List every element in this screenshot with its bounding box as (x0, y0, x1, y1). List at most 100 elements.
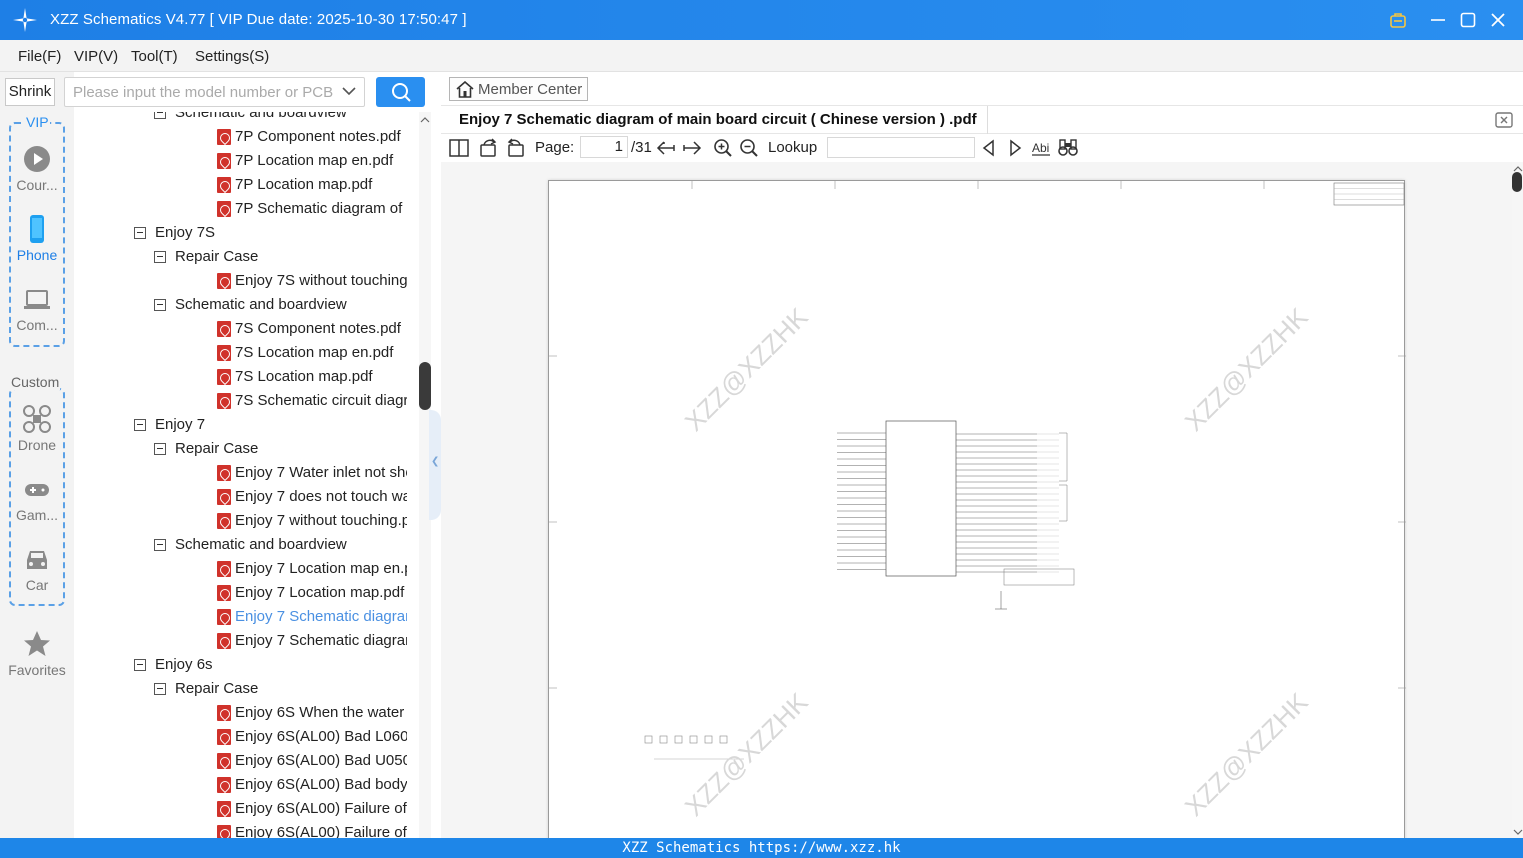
tree-file-item[interactable]: Enjoy 6S(AL00) Bad L0603 Invali (74, 725, 407, 749)
prev-page-icon[interactable] (656, 138, 676, 158)
tree-folder-item[interactable]: Enjoy 6s (74, 653, 407, 677)
match-case-icon[interactable]: Abi (1031, 138, 1051, 158)
rail-item-courses[interactable]: Cour... (0, 144, 74, 193)
tree-folder-item[interactable]: Schematic and boardview (74, 112, 407, 125)
collapse-toggle-icon[interactable] (154, 443, 166, 455)
binoculars-icon[interactable] (1058, 138, 1078, 158)
tree-folder-item[interactable]: Schematic and boardview (74, 533, 407, 557)
lookup-input[interactable] (827, 137, 975, 158)
tree-item-label: Enjoy 7S (155, 224, 216, 241)
tree-folder-item[interactable]: Enjoy 7 (74, 413, 407, 437)
viewer-scroll-thumb[interactable] (1512, 172, 1522, 192)
tree-folder-item[interactable]: Repair Case (74, 437, 407, 461)
tree-file-item[interactable]: Enjoy 6S(AL00) Failure of U0501 (74, 821, 407, 838)
collapse-toggle-icon[interactable] (154, 299, 166, 311)
tree-item-label: Repair Case (175, 440, 259, 457)
menu-tool[interactable]: Tool(T) (131, 48, 178, 65)
status-bar: XZZ Schematics https://www.xzz.hk (0, 838, 1523, 858)
collapse-toggle-icon[interactable] (154, 683, 166, 695)
tree-file-item[interactable]: Enjoy 6S When the water inlet s (74, 701, 407, 725)
vip-group-title: VIP (25, 114, 50, 130)
scroll-up-icon[interactable] (420, 116, 430, 124)
rail-item-drone[interactable]: Drone (0, 404, 74, 453)
tree-item-label: 7S Location map en.pdf (235, 344, 394, 361)
tree-file-item[interactable]: Enjoy 6S(AL00) Failure of EMI24 (74, 797, 407, 821)
collapse-toggle-icon[interactable] (134, 659, 146, 671)
tree-file-item[interactable]: Enjoy 7 without touching.pdf (74, 509, 407, 533)
find-next-icon[interactable] (1005, 138, 1025, 158)
collapse-toggle-icon[interactable] (154, 539, 166, 551)
rotate-left-icon[interactable] (479, 138, 499, 158)
pdf-file-icon (217, 513, 231, 529)
document-tab[interactable]: Enjoy 7 Schematic diagram of main board … (441, 106, 988, 134)
collapse-panel-tab[interactable]: ❮ (429, 410, 441, 520)
tree-file-item[interactable]: 7P Location map.pdf (74, 173, 407, 197)
tree-file-item[interactable]: Enjoy 6S(AL00) Bad body of EM (74, 773, 407, 797)
collapse-toggle-icon[interactable] (134, 419, 146, 431)
tree-file-item[interactable]: 7S Location map.pdf (74, 365, 407, 389)
tree-file-item[interactable]: 7S Location map en.pdf (74, 341, 407, 365)
tree-file-item[interactable]: Enjoy 7 Location map en.pdf (74, 557, 407, 581)
tree-folder-item[interactable]: Repair Case (74, 245, 407, 269)
rail-item-favorites[interactable]: Favorites (0, 629, 74, 678)
rail-item-label: Com... (16, 317, 58, 333)
tree-file-item[interactable]: 7P Schematic diagram of main (74, 197, 407, 221)
find-prev-icon[interactable] (979, 138, 999, 158)
minimize-icon[interactable] (1424, 6, 1452, 34)
tree-file-item[interactable]: Enjoy 7S without touching.pdf (74, 269, 407, 293)
tree-file-item[interactable]: 7S Schematic circuit diagram.pc (74, 389, 407, 413)
tree-item-label: Schematic and boardview (175, 536, 347, 553)
search-button[interactable] (376, 77, 425, 107)
menu-settings[interactable]: Settings(S) (195, 48, 269, 65)
collapse-toggle-icon[interactable] (154, 251, 166, 263)
tree-folder-item[interactable]: Schematic and boardview (74, 293, 407, 317)
search-input[interactable] (73, 82, 335, 102)
tree-file-item[interactable]: Enjoy 7 Water inlet not shown.p (74, 461, 407, 485)
tree-file-item[interactable]: Enjoy 6S(AL00) Bad U0501 Inval (74, 749, 407, 773)
maximize-icon[interactable] (1454, 6, 1482, 34)
lookup-label: Lookup (768, 139, 818, 156)
tree-item-label: Repair Case (175, 248, 259, 265)
close-document-icon[interactable] (1495, 112, 1513, 128)
rotate-right-icon[interactable] (505, 138, 525, 158)
collapse-toggle-icon[interactable] (154, 112, 166, 119)
tree-folder-item[interactable]: Repair Case (74, 677, 407, 701)
scroll-down-icon[interactable] (1513, 828, 1523, 836)
tree-file-item[interactable]: Enjoy 7 Schematic diagram of s (74, 629, 407, 653)
next-page-icon[interactable] (682, 138, 702, 158)
tree-file-item[interactable]: Enjoy 7 Location map.pdf (74, 581, 407, 605)
menu-vip[interactable]: VIP(V) (74, 48, 118, 65)
tree-file-item[interactable]: 7S Component notes.pdf (74, 317, 407, 341)
tree-scroll-thumb[interactable] (419, 362, 431, 410)
member-center-button[interactable]: Member Center (449, 77, 588, 101)
tree-item-label: 7S Location map.pdf (235, 368, 373, 385)
close-icon[interactable] (1484, 6, 1512, 34)
viewer-scrollbar[interactable] (1512, 162, 1523, 838)
rail-item-car[interactable]: Car (0, 544, 74, 593)
zoom-out-icon[interactable] (739, 138, 759, 158)
tree-item-label: Enjoy 6S(AL00) Failure of U0501 (235, 824, 407, 838)
tree-file-item[interactable]: 7P Component notes.pdf (74, 125, 407, 149)
file-tree: Schematic and boardview 7P Component note… (74, 112, 419, 838)
rail-item-phone[interactable]: Phone (0, 214, 74, 263)
collapse-toggle-icon[interactable] (134, 227, 146, 239)
shrink-button[interactable]: Shrink (5, 78, 55, 106)
zoom-in-icon[interactable] (713, 138, 733, 158)
rail-item-game[interactable]: Gam... (0, 474, 74, 523)
page-number-input[interactable]: 1 (580, 136, 628, 158)
tree-item-label: Enjoy 7S without touching.pdf (235, 272, 407, 289)
tree-file-item[interactable]: Enjoy 7 Schematic diagram of n (74, 605, 407, 629)
tree-file-item[interactable]: 7P Location map en.pdf (74, 149, 407, 173)
chevron-down-icon[interactable] (342, 86, 356, 96)
search-icon (391, 83, 411, 102)
pdf-file-icon (217, 129, 231, 145)
tree-item-label: Enjoy 6S(AL00) Failure of EMI24 (235, 800, 407, 817)
rail-item-computer[interactable]: Com... (0, 284, 74, 333)
sidebar-toggle-icon[interactable] (449, 138, 469, 158)
tree-file-item[interactable]: Enjoy 7 does not touch water.pc (74, 485, 407, 509)
menu-file[interactable]: File(F) (18, 48, 61, 65)
vip-bag-icon[interactable] (1384, 6, 1412, 34)
tree-folder-item[interactable]: Enjoy 7S (74, 221, 407, 245)
chevron-left-icon: ❮ (431, 456, 440, 467)
pdf-viewer[interactable]: XZZ@XZZHK XZZ@XZZHK XZZ@XZZHK XZZ@XZZHK (441, 162, 1512, 838)
